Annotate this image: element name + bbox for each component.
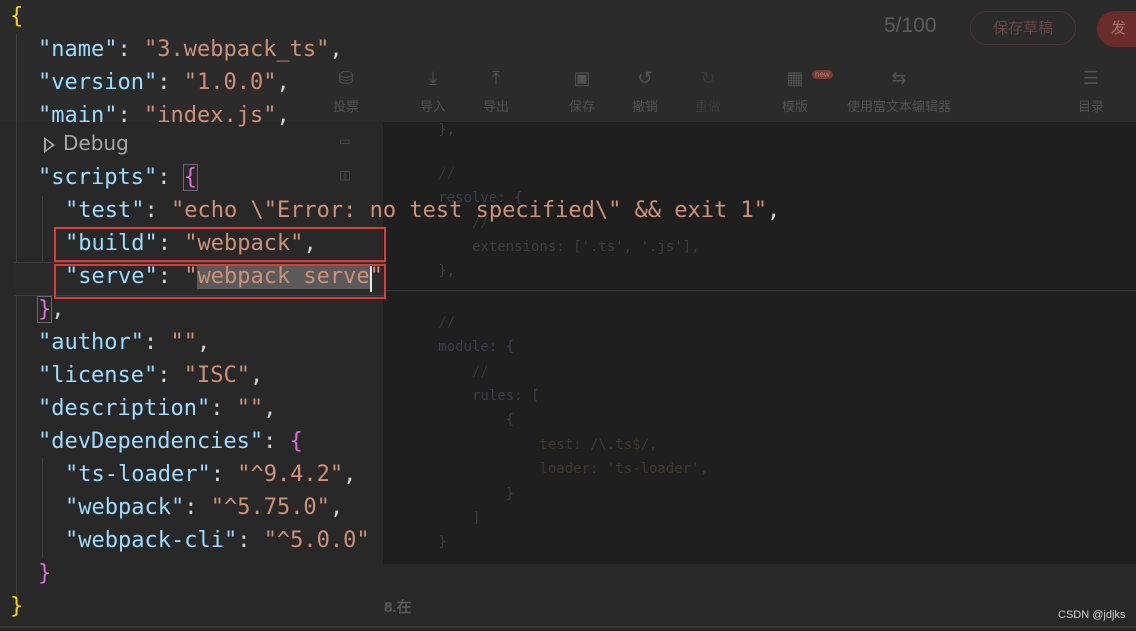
code-block-preview: }, // resolve: { // extensions: ['.ts', … <box>383 122 1136 564</box>
json-line-scripts[interactable]: "scripts": { <box>38 163 198 193</box>
json-line[interactable]: { <box>10 2 23 32</box>
toolbar-export[interactable]: ⤒ 导出 <box>461 66 531 115</box>
json-line-main[interactable]: "main": "index.js", <box>38 101 290 131</box>
toolbar-undo[interactable]: ↺ 撤销 <box>610 66 680 115</box>
title-char-counter: 5/100 <box>884 14 937 37</box>
json-line-scripts-close[interactable]: }, <box>36 295 65 325</box>
publish-button[interactable]: 发 <box>1097 11 1136 47</box>
toc-icon: ☰ <box>1082 68 1100 88</box>
scripts-open-brace: { <box>182 164 198 191</box>
json-line-devdeps-close[interactable]: } <box>38 559 51 589</box>
switch-editor-icon: ⇆ <box>891 68 907 88</box>
undo-icon: ↺ <box>637 68 653 88</box>
json-line-ts-loader[interactable]: "ts-loader": "^9.4.2", <box>65 460 356 490</box>
devdeps-open-brace: { <box>289 429 303 454</box>
new-badge: new <box>812 70 833 79</box>
open-brace: { <box>10 4 24 29</box>
toolbar-toc[interactable]: ☰ 目录 <box>1056 66 1126 115</box>
save-draft-button[interactable]: 保存草稿 <box>970 11 1076 45</box>
split-view-icon[interactable]: ◫ <box>340 165 360 184</box>
layout-icon[interactable]: ▭ <box>340 131 360 150</box>
close-brace: } <box>10 594 24 619</box>
json-line-close[interactable]: } <box>10 592 23 622</box>
code-divider <box>383 290 1136 291</box>
json-line-description[interactable]: "description": "", <box>38 394 276 424</box>
debug-play-icon <box>44 136 55 153</box>
serve-highlight-box <box>54 264 386 299</box>
indent-guide <box>16 34 17 596</box>
import-icon: ⤓ <box>429 68 437 88</box>
vote-icon: ⛁ <box>338 68 354 88</box>
json-line-name[interactable]: "name": "3.webpack_ts", <box>38 35 343 65</box>
toolbar-redo[interactable]: ↻ 重做 <box>673 66 743 115</box>
save-icon: ▣ <box>573 68 591 88</box>
toolbar-vote[interactable]: ⛁ 投票 <box>311 66 381 115</box>
toolbar-import[interactable]: ⤓ 导入 <box>398 66 468 115</box>
toolbar-rich-text[interactable]: ⇆ 使用富文本编辑器 <box>843 66 955 115</box>
json-line-license[interactable]: "license": "ISC", <box>38 361 263 391</box>
json-line-version[interactable]: "version": "1.0.0", <box>38 68 290 98</box>
redo-icon: ↻ <box>700 68 716 88</box>
json-line-webpack-cli[interactable]: "webpack-cli": "^5.0.0" <box>65 526 370 556</box>
watermark: CSDN @jdjks <box>1058 609 1126 621</box>
build-highlight-box <box>54 227 386 262</box>
json-line-author[interactable]: "author": "", <box>38 328 210 358</box>
devdeps-close-brace: } <box>38 561 52 586</box>
json-line-devdependencies[interactable]: "devDependencies": { <box>38 427 303 457</box>
scripts-close-brace: } <box>36 296 53 323</box>
bottom-divider <box>0 626 1136 628</box>
toolbar-save[interactable]: ▣ 保存 <box>547 66 617 115</box>
export-icon: ⤒ <box>492 68 500 88</box>
json-line-test[interactable]: "test": "echo \"Error: no test specified… <box>65 196 780 226</box>
section-heading: 8.在 <box>384 599 412 616</box>
debug-codelens[interactable]: Debug <box>44 131 129 155</box>
indent-guide <box>42 458 43 558</box>
json-line-webpack[interactable]: "webpack": "^5.75.0", <box>65 493 343 523</box>
